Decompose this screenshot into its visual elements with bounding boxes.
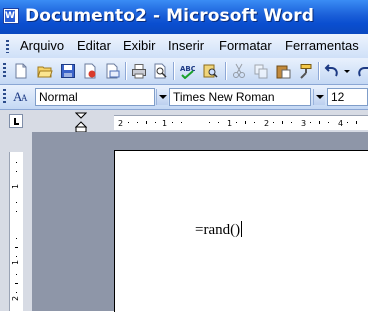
font-combobox[interactable]: Times New Roman — [169, 88, 311, 106]
format-painter-icon[interactable] — [297, 63, 313, 79]
tab-selector[interactable] — [9, 114, 23, 128]
ruler-label: 1 — [162, 119, 167, 128]
menu-editar[interactable]: Editar — [77, 38, 111, 53]
window-title: Documento2 - Microsoft Word — [25, 6, 315, 26]
menu-arquivo[interactable]: Arquivo — [20, 38, 64, 53]
print-preview-icon[interactable] — [152, 63, 168, 79]
ruler-label: 1 — [11, 184, 20, 189]
ruler-label: 4 — [338, 119, 343, 128]
toolbar-separator — [318, 62, 319, 80]
ruler-label: 3 — [301, 119, 306, 128]
menu-ferramentas[interactable]: Ferramentas — [285, 38, 359, 53]
save-icon[interactable] — [60, 63, 76, 79]
permission-icon[interactable] — [82, 63, 98, 79]
spelling-icon[interactable]: ABC — [179, 63, 195, 79]
ruler-label: 2 — [11, 296, 20, 301]
toolbar-grip-handle[interactable] — [3, 89, 6, 105]
ruler-label: 2 — [118, 119, 123, 128]
text-caret — [241, 221, 243, 237]
print-icon[interactable] — [131, 63, 147, 79]
ruler-label: 2 — [264, 119, 269, 128]
standard-toolbar: ABC — [0, 58, 368, 85]
styles-formatting-icon[interactable]: AA — [13, 88, 29, 104]
toolbar-separator — [225, 62, 226, 80]
copy-icon[interactable] — [253, 63, 269, 79]
ruler-ticks: 2 1 1 2 3 4 — [118, 119, 357, 128]
menu-grip-handle[interactable] — [6, 40, 9, 53]
cut-icon[interactable] — [231, 63, 247, 79]
font-dropdown-arrow[interactable] — [313, 89, 325, 105]
menu-bar: Arquivo Editar Exibir Inserir Formatar F… — [0, 34, 368, 58]
formatting-toolbar: AA Normal Times New Roman 12 — [0, 85, 368, 110]
menu-exibir[interactable]: Exibir — [123, 38, 156, 53]
word-document-icon[interactable]: W — [3, 8, 19, 24]
style-combobox[interactable]: Normal — [35, 88, 155, 106]
ruler-label: 1 — [11, 260, 20, 265]
title-bar[interactable]: W Documento2 - Microsoft Word — [0, 0, 368, 34]
document-text[interactable]: =rand() — [195, 221, 243, 239]
horizontal-ruler[interactable]: 2 1 1 2 3 4 — [114, 115, 368, 130]
email-icon[interactable] — [104, 63, 120, 79]
redo-icon[interactable] — [356, 63, 368, 79]
vertical-ruler[interactable]: 1 1 2 — [9, 152, 23, 311]
font-size-combobox[interactable]: 12 — [327, 88, 368, 106]
undo-dropdown-icon[interactable] — [343, 63, 351, 79]
vertical-ruler-ticks: 1 1 2 — [11, 162, 20, 301]
new-icon[interactable] — [13, 63, 29, 79]
ruler-label: 1 — [227, 119, 232, 128]
toolbar-separator — [173, 62, 174, 80]
toolbar-grip-handle[interactable] — [3, 63, 6, 79]
menu-inserir[interactable]: Inserir — [168, 38, 204, 53]
menu-formatar[interactable]: Formatar — [219, 38, 272, 53]
research-icon[interactable] — [202, 63, 218, 79]
open-icon[interactable] — [37, 63, 53, 79]
style-dropdown-arrow[interactable] — [156, 89, 168, 105]
paste-icon[interactable] — [275, 63, 291, 79]
undo-icon[interactable] — [324, 63, 340, 79]
toolbar-separator — [125, 62, 126, 80]
indent-markers-icon[interactable] — [75, 112, 87, 134]
svg-text:A: A — [21, 93, 28, 103]
